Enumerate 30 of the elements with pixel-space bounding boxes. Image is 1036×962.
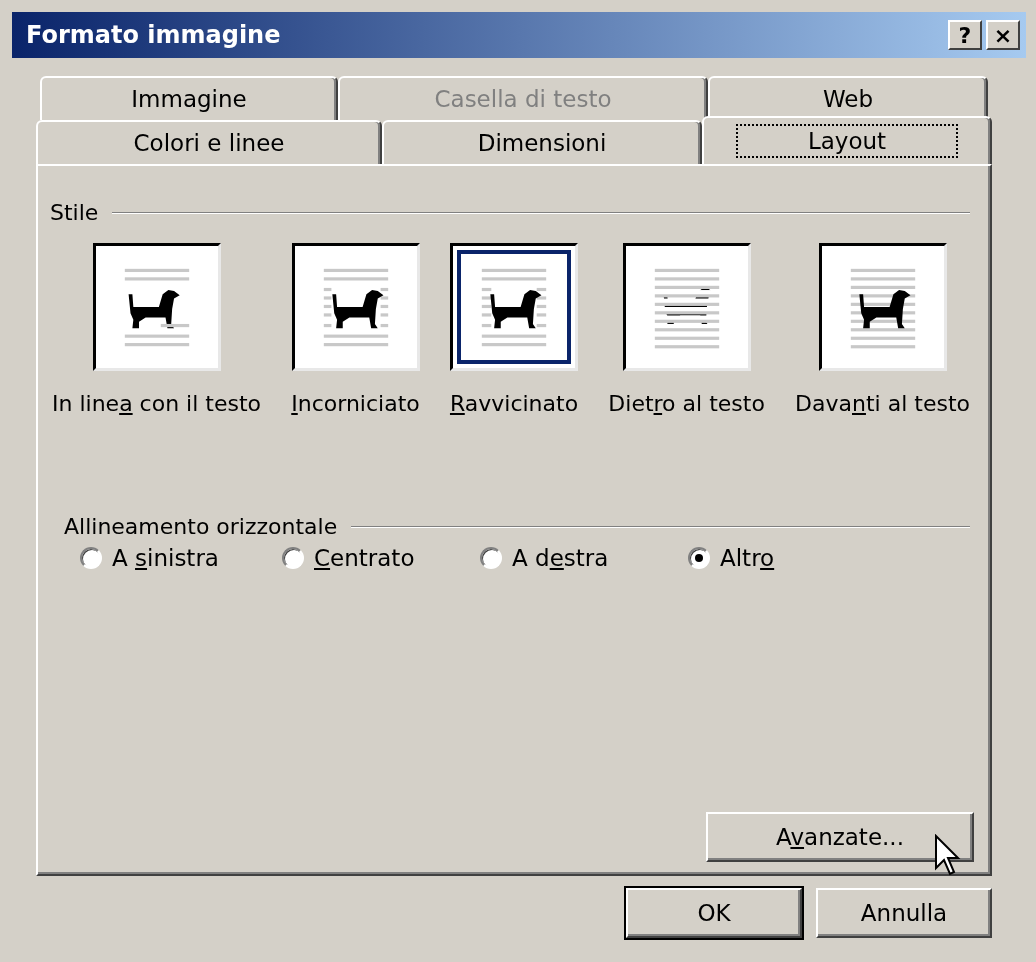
option-label: Incorniciato xyxy=(291,391,420,416)
radio-label[interactable]: Altro xyxy=(720,545,775,571)
option-label: Dietro al testo xyxy=(608,391,765,416)
in-front-icon[interactable] xyxy=(818,243,947,371)
radio-label[interactable]: Centrato xyxy=(314,545,415,571)
tab[interactable]: Layout xyxy=(702,116,992,164)
tab[interactable]: Colori e linee xyxy=(36,120,382,164)
radio-button[interactable] xyxy=(480,547,502,569)
option-label: Davanti al testo xyxy=(795,391,970,416)
inline-wrap-icon[interactable] xyxy=(92,243,221,371)
ok-button[interactable]: OK xyxy=(626,888,802,938)
radio-button[interactable] xyxy=(688,547,710,569)
radio-label[interactable]: A destra xyxy=(512,545,609,571)
cancel-button[interactable]: Annulla xyxy=(816,888,992,938)
option-label: In linea con il testo xyxy=(52,391,262,416)
tab[interactable]: Immagine xyxy=(40,76,338,120)
behind-text-icon[interactable] xyxy=(622,243,751,371)
square-wrap-icon[interactable] xyxy=(291,243,420,371)
option-label: Ravvicinato xyxy=(449,391,579,416)
tight-wrap-icon[interactable] xyxy=(450,243,579,371)
radio-label[interactable]: A sinistra xyxy=(112,545,219,571)
help-button[interactable]: ? xyxy=(948,20,982,50)
advanced-button[interactable]: Avanzate... xyxy=(706,812,974,862)
window-title: Formato immagine xyxy=(26,21,282,49)
radio-button[interactable] xyxy=(282,547,304,569)
group-title: Stile xyxy=(50,200,99,225)
tab[interactable]: Dimensioni xyxy=(382,120,702,164)
close-button[interactable]: × xyxy=(986,20,1020,50)
group-title: Allineamento orizzontale xyxy=(64,514,338,539)
radio-button[interactable] xyxy=(80,547,102,569)
